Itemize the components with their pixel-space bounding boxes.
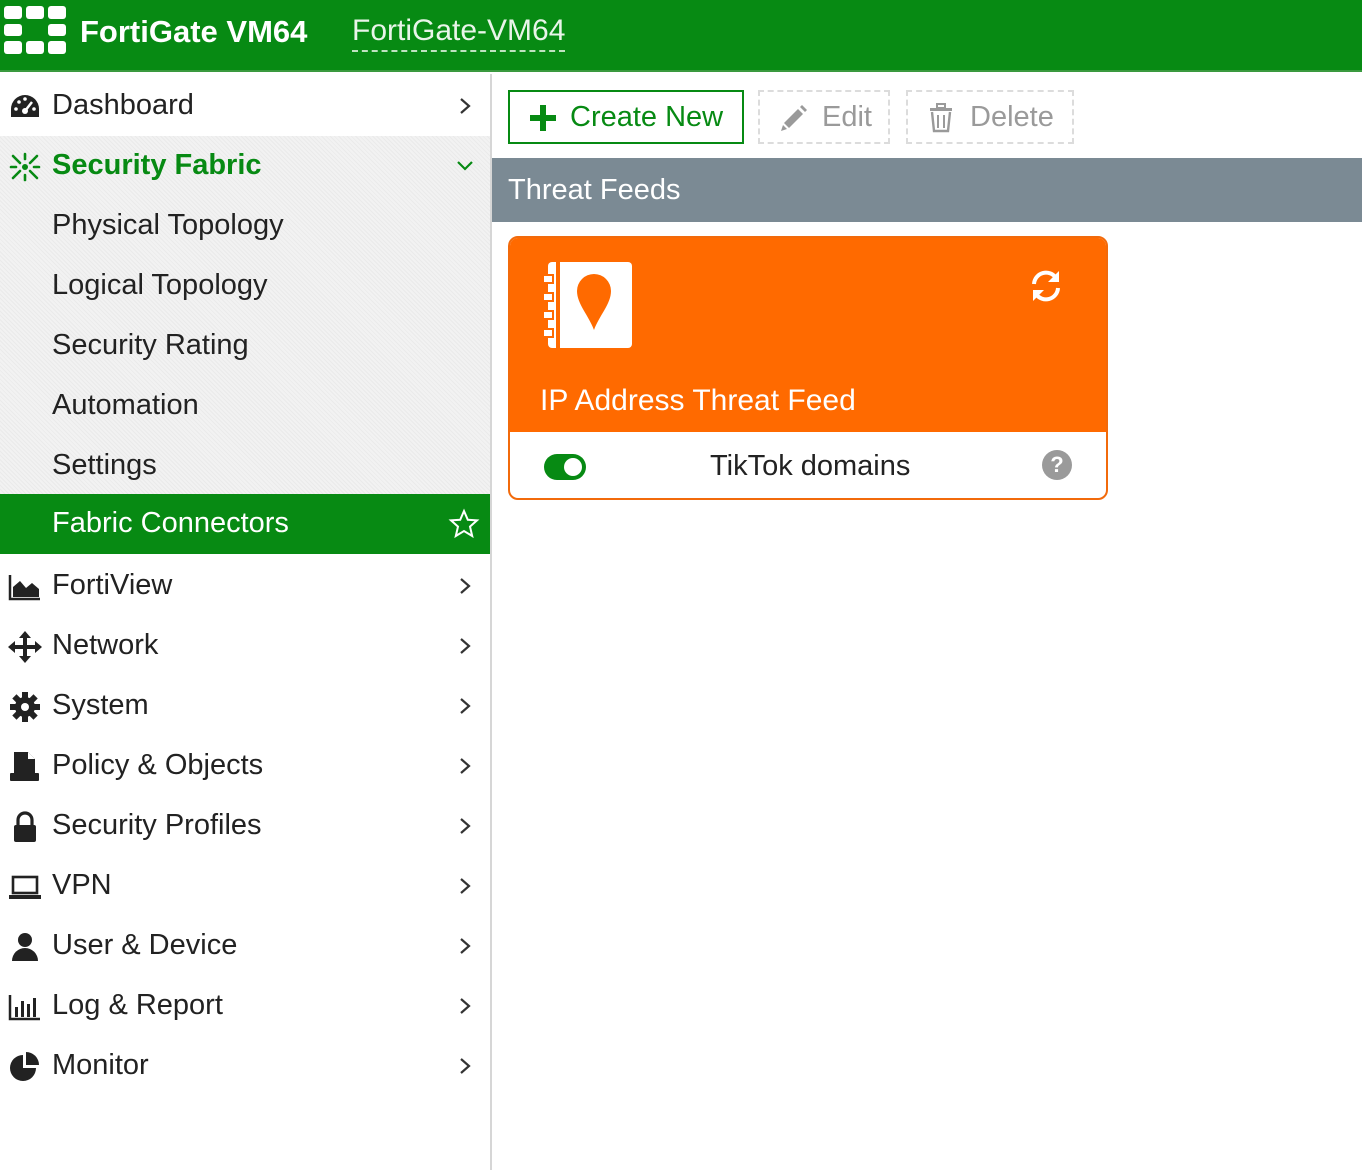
sidebar-divider bbox=[490, 74, 492, 1170]
sidebar-item-system[interactable]: System bbox=[0, 676, 490, 736]
delete-label: Delete bbox=[970, 101, 1054, 133]
sidebar-item-log-report[interactable]: Log & Report bbox=[0, 976, 490, 1036]
chevron-right-icon bbox=[460, 698, 471, 714]
sidebar-item-vpn[interactable]: VPN bbox=[0, 856, 490, 916]
sidebar-item-settings[interactable]: Settings bbox=[0, 436, 490, 496]
card-type-label: IP Address Threat Feed bbox=[540, 384, 856, 417]
threat-feed-card[interactable]: IP Address Threat Feed TikTok domains ? bbox=[508, 236, 1108, 500]
sidebar-item-label: VPN bbox=[52, 869, 112, 901]
product-name: FortiGate VM64 bbox=[80, 14, 308, 49]
sidebar-item-label: Physical Topology bbox=[52, 209, 284, 241]
sidebar-item-label: FortiView bbox=[52, 569, 173, 601]
sidebar-item-label: Automation bbox=[52, 389, 199, 421]
lock-icon bbox=[14, 811, 36, 842]
refresh-icon[interactable] bbox=[1028, 268, 1064, 304]
sidebar-item-network[interactable]: Network bbox=[0, 616, 490, 676]
chevron-right-icon bbox=[460, 98, 471, 114]
chevron-right-icon bbox=[460, 938, 471, 954]
feed-name: TikTok domains bbox=[710, 450, 911, 482]
sidebar-item-label: Network bbox=[52, 629, 159, 661]
sidebar-item-fabric-connectors[interactable]: Fabric Connectors bbox=[0, 494, 490, 554]
sidebar-item-policy-objects[interactable]: Policy & Objects bbox=[0, 736, 490, 796]
chevron-right-icon bbox=[460, 1058, 471, 1074]
chevron-right-icon bbox=[460, 758, 471, 774]
document-stamp-icon bbox=[10, 752, 39, 781]
toggle-knob bbox=[564, 458, 582, 476]
address-book-pin-icon bbox=[544, 262, 632, 348]
create-new-button[interactable]: Create New bbox=[508, 90, 744, 144]
sidebar-item-label: Dashboard bbox=[52, 89, 194, 121]
sidebar-item-label: Security Rating bbox=[52, 329, 249, 361]
create-new-label: Create New bbox=[570, 101, 724, 133]
card-header: IP Address Threat Feed bbox=[510, 238, 1106, 432]
chevron-down-icon bbox=[457, 161, 473, 171]
plus-icon bbox=[530, 105, 556, 131]
help-icon[interactable]: ? bbox=[1042, 450, 1072, 480]
edit-button[interactable]: Edit bbox=[758, 90, 890, 144]
gear-icon bbox=[10, 692, 40, 722]
fortinet-logo-icon[interactable] bbox=[4, 6, 66, 54]
sidebar-item-label: Settings bbox=[52, 449, 157, 481]
chevron-right-icon bbox=[460, 998, 471, 1014]
chevron-right-icon bbox=[460, 818, 471, 834]
bar-chart-icon bbox=[8, 995, 40, 1021]
enable-toggle[interactable] bbox=[544, 454, 586, 480]
arrows-move-icon bbox=[8, 631, 42, 663]
chevron-right-icon bbox=[460, 578, 471, 594]
sidebar-item-physical-topology[interactable]: Physical Topology bbox=[0, 196, 490, 256]
sidebar-item-label: Log & Report bbox=[52, 989, 223, 1021]
section-title: Threat Feeds bbox=[508, 174, 681, 206]
sidebar-item-security-fabric[interactable]: Security Fabric bbox=[0, 136, 490, 196]
threat-feeds-header: Threat Feeds bbox=[492, 158, 1362, 222]
chevron-right-icon bbox=[460, 638, 471, 654]
sidebar-item-security-profiles[interactable]: Security Profiles bbox=[0, 796, 490, 856]
sidebar-item-dashboard[interactable]: Dashboard bbox=[0, 76, 490, 136]
sidebar-item-logical-topology[interactable]: Logical Topology bbox=[0, 256, 490, 316]
trash-icon bbox=[930, 103, 952, 133]
hostname-link[interactable]: FortiGate-VM64 bbox=[352, 14, 566, 52]
sidebar-item-fortiview[interactable]: FortiView bbox=[0, 556, 490, 616]
sidebar-item-label: Fabric Connectors bbox=[52, 507, 289, 539]
star-icon[interactable] bbox=[448, 508, 480, 540]
top-bar: FortiGate VM64 FortiGate-VM64 bbox=[0, 0, 1362, 72]
pencil-icon bbox=[781, 105, 807, 131]
edit-label: Edit bbox=[822, 101, 872, 133]
security-fabric-icon bbox=[9, 152, 41, 182]
sidebar-item-security-rating[interactable]: Security Rating bbox=[0, 316, 490, 376]
sidebar-item-label: System bbox=[52, 689, 149, 721]
sidebar-item-label: User & Device bbox=[52, 929, 238, 961]
sidebar-item-label: Policy & Objects bbox=[52, 749, 264, 781]
sidebar-item-label: Monitor bbox=[52, 1049, 149, 1081]
sidebar-item-user-device[interactable]: User & Device bbox=[0, 916, 490, 976]
sidebar-item-label: Logical Topology bbox=[52, 269, 268, 301]
sidebar-item-label: Security Fabric bbox=[52, 149, 262, 181]
sidebar-item-monitor[interactable]: Monitor bbox=[0, 1036, 490, 1096]
chevron-right-icon bbox=[460, 878, 471, 894]
user-icon bbox=[12, 933, 38, 961]
laptop-icon bbox=[9, 875, 41, 899]
area-chart-icon bbox=[8, 575, 40, 601]
pie-chart-icon bbox=[10, 1052, 39, 1081]
sidebar-item-automation[interactable]: Automation bbox=[0, 376, 490, 436]
delete-button[interactable]: Delete bbox=[906, 90, 1074, 144]
sidebar-item-label: Security Profiles bbox=[52, 809, 262, 841]
dashboard-icon bbox=[11, 95, 39, 117]
